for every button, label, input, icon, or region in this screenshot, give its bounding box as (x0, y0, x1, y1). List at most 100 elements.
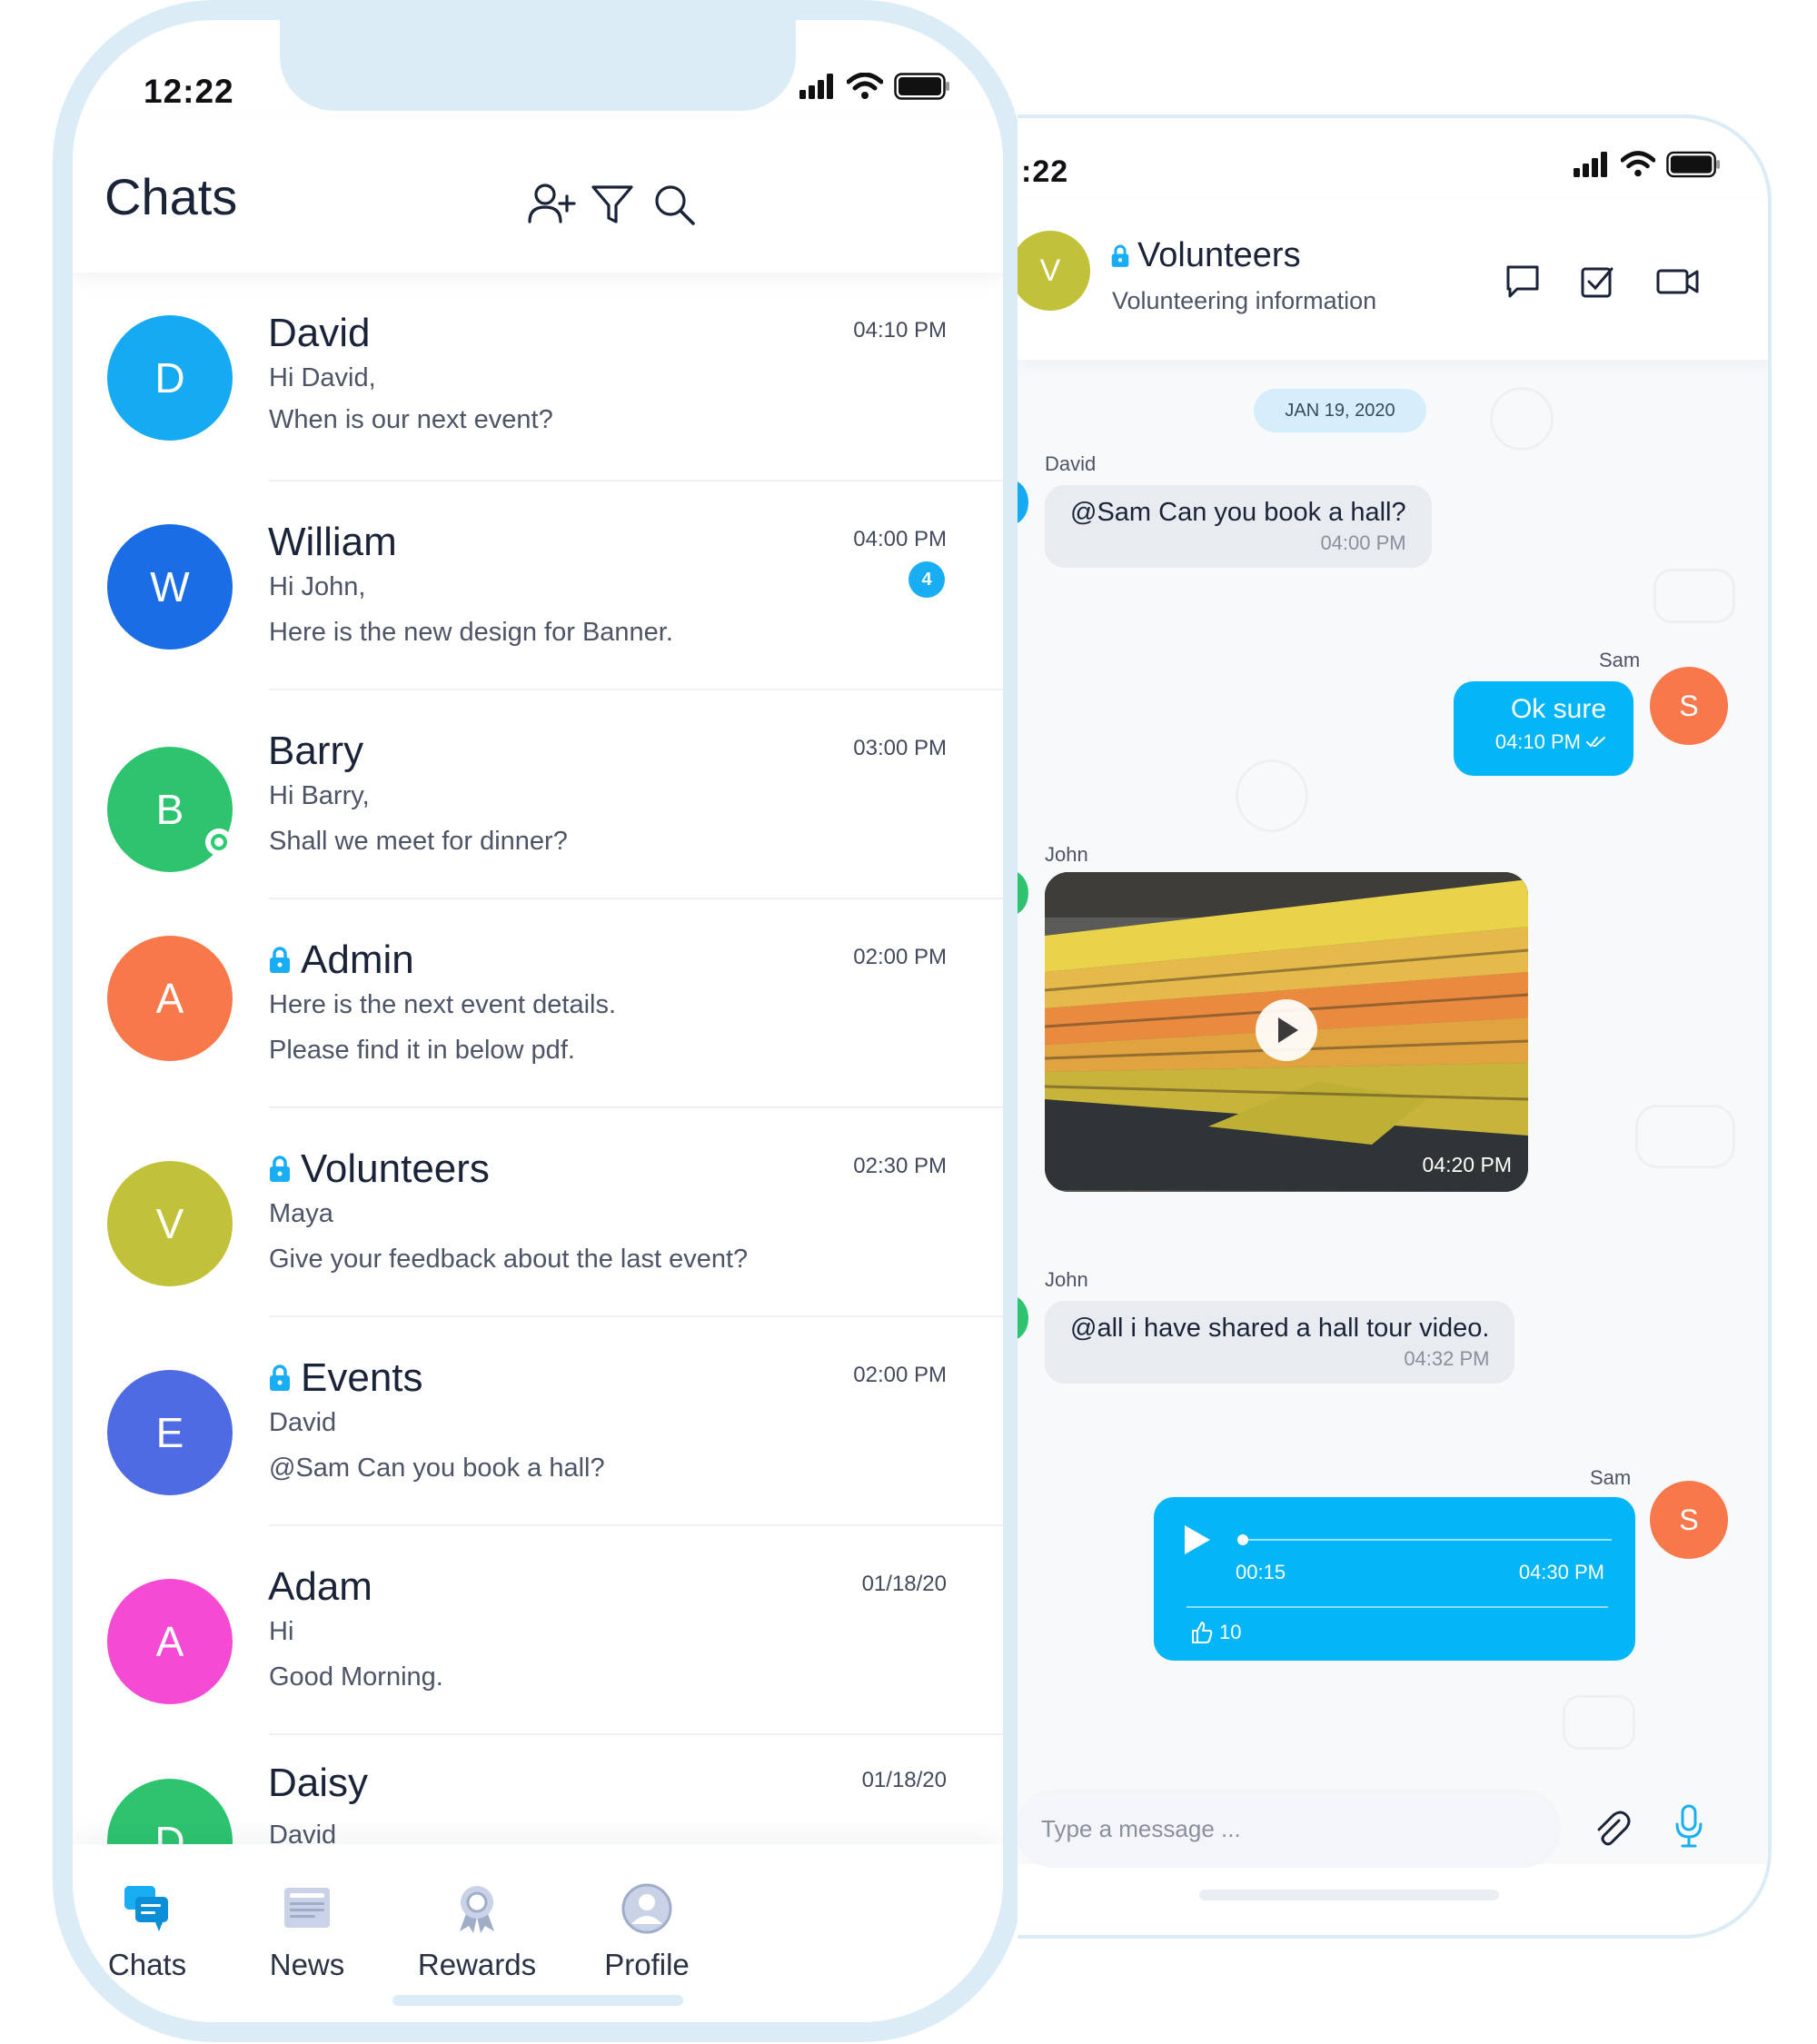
chat-preview-line: Here is the new design for Banner. (269, 618, 673, 647)
lock-icon (1111, 244, 1129, 267)
video-call-icon[interactable] (1655, 262, 1701, 302)
tab-label: Chats (107, 1948, 187, 1981)
background-doodle (1236, 759, 1308, 832)
background-doodle (1490, 387, 1554, 451)
chat-time: 02:00 PM (853, 945, 947, 969)
avatar: W (107, 524, 233, 650)
search-icon[interactable] (648, 178, 700, 231)
chat-row[interactable]: A Adam 01/18/20 Hi Good Morning. (73, 1526, 1003, 1735)
audio-progress-track[interactable] (1237, 1539, 1612, 1541)
avatar: A (107, 1579, 233, 1704)
chat-name: Admin (268, 938, 414, 983)
chat-row[interactable]: D David 04:10 PM Hi David, When is our n… (73, 273, 1003, 481)
background-doodle (1563, 1695, 1635, 1750)
chat-time: 01/18/20 (861, 1768, 947, 1792)
background-doodle (1635, 1105, 1735, 1168)
chat-row[interactable]: E Events 02:00 PM David @Sam Can you boo… (73, 1317, 1003, 1526)
message-time: 04:10 PM (1494, 730, 1581, 753)
message-time: 04:20 PM (1422, 1153, 1512, 1176)
battery-icon (894, 73, 949, 100)
unread-badge: 4 (908, 561, 945, 598)
like-count: 10 (1219, 1621, 1242, 1643)
chat-row[interactable]: V Volunteers 02:30 PM Maya Give your fee… (73, 1108, 1003, 1317)
tab-label: Rewards (417, 1948, 537, 1981)
audio-progress-knob[interactable] (1237, 1534, 1248, 1545)
message-bubble-outgoing[interactable]: Ok sure 04:10 PM (1454, 681, 1633, 776)
message-bubble-incoming[interactable]: @all i have shared a hall tour video. 04… (1045, 1301, 1515, 1384)
chat-row[interactable]: B Barry 03:00 PM Hi Barry, Shall we meet… (73, 690, 1003, 899)
chats-screen: 12:22 Chats D David 04:10 PM Hi David, W… (73, 20, 1003, 2022)
wifi-icon (1621, 151, 1655, 177)
add-user-icon[interactable] (525, 178, 578, 231)
avatar (1018, 480, 1028, 525)
sender-name: David (1045, 452, 1097, 475)
tab-profile[interactable]: Profile (565, 1880, 729, 1982)
status-time: :22 (1021, 154, 1069, 189)
online-indicator (205, 829, 233, 856)
video-message[interactable]: 04:20 PM (1045, 872, 1528, 1192)
microphone-icon[interactable] (1673, 1804, 1704, 1850)
group-name[interactable]: Volunteers (1110, 236, 1301, 275)
background-doodle (1653, 569, 1735, 623)
lock-icon (270, 1364, 290, 1391)
thumbs-up-icon (1192, 1622, 1213, 1643)
avatar: V (107, 1161, 233, 1286)
chat-preview-line: Hi Barry, (269, 781, 370, 810)
chat-preview-line: @Sam Can you book a hall? (269, 1454, 605, 1483)
chat-time: 03:00 PM (853, 736, 947, 760)
tab-rewards[interactable]: Rewards (395, 1880, 559, 1982)
audio-message[interactable]: 00:15 04:30 PM 10 (1154, 1497, 1635, 1661)
sender-name: John (1045, 1268, 1088, 1291)
tab-news[interactable]: News (225, 1880, 389, 1982)
chat-time: 02:30 PM (853, 1154, 947, 1178)
chat-preview-line: Hi (269, 1617, 294, 1646)
showcase-stage: 12:22 Chats D David 04:10 PM Hi David, W… (0, 0, 1817, 2044)
avatar (1018, 1295, 1028, 1341)
phone-chats-list: 12:22 Chats D David 04:10 PM Hi David, W… (53, 0, 1023, 2042)
avatar: S (1650, 1481, 1728, 1559)
chat-row[interactable]: W William 04:00 PM 4 Hi John, Here is th… (73, 481, 1003, 690)
page-title: Chats (104, 168, 238, 225)
conversation-header: V Volunteers Volunteering information (1018, 200, 1768, 360)
avatar: D (107, 315, 233, 441)
chat-preview-line: Good Morning. (269, 1662, 443, 1692)
chat-name: Adam (268, 1564, 372, 1609)
signal-icon (1574, 152, 1607, 177)
news-icon (284, 1888, 330, 1928)
battery-icon (1666, 151, 1721, 178)
chat-name: William (268, 520, 397, 564)
chat-preview-line: When is our next event? (269, 405, 553, 434)
chat-time: 02:00 PM (853, 1363, 947, 1387)
chat-time: 01/18/20 (861, 1572, 947, 1596)
message-icon[interactable] (1503, 262, 1543, 302)
chat-row[interactable]: A Admin 02:00 PM Here is the next event … (73, 899, 1003, 1108)
attachment-icon[interactable] (1592, 1808, 1632, 1850)
tab-chats[interactable]: Chats (73, 1880, 229, 1982)
group-subtitle: Volunteering information (1112, 287, 1377, 314)
profile-icon (621, 1883, 672, 1934)
chat-preview-line: Here is the next event details. (269, 990, 617, 1019)
chat-name: David (268, 311, 371, 355)
chat-preview-line: Shall we meet for dinner? (269, 827, 568, 856)
message-input[interactable] (1018, 1790, 1561, 1868)
divider (1187, 1606, 1608, 1608)
tab-label: Profile (604, 1948, 690, 1981)
chat-name: Barry (268, 729, 364, 773)
status-time: 12:22 (144, 73, 234, 110)
play-icon (1278, 1017, 1298, 1043)
task-check-icon[interactable] (1577, 262, 1617, 302)
chats-header: Chats (73, 120, 1003, 273)
wifi-icon (847, 73, 883, 99)
read-receipt-icon (1586, 737, 1605, 748)
message-bubble-incoming[interactable]: @Sam Can you book a hall? 04:00 PM (1045, 485, 1432, 568)
date-separator: JAN 19, 2020 (1254, 389, 1426, 432)
filter-icon[interactable] (586, 178, 639, 231)
message-text: @Sam Can you book a hall? (1070, 498, 1406, 527)
like-reaction[interactable]: 10 (1190, 1621, 1241, 1644)
message-meta: 04:10 PM (1481, 730, 1606, 754)
tab-label: News (269, 1948, 345, 1981)
phone-conversation: :22 V Volunteers Volunteering informatio… (1018, 114, 1772, 1939)
play-button[interactable] (1256, 999, 1317, 1061)
group-avatar[interactable]: V (1018, 231, 1090, 311)
play-icon[interactable] (1181, 1523, 1212, 1557)
